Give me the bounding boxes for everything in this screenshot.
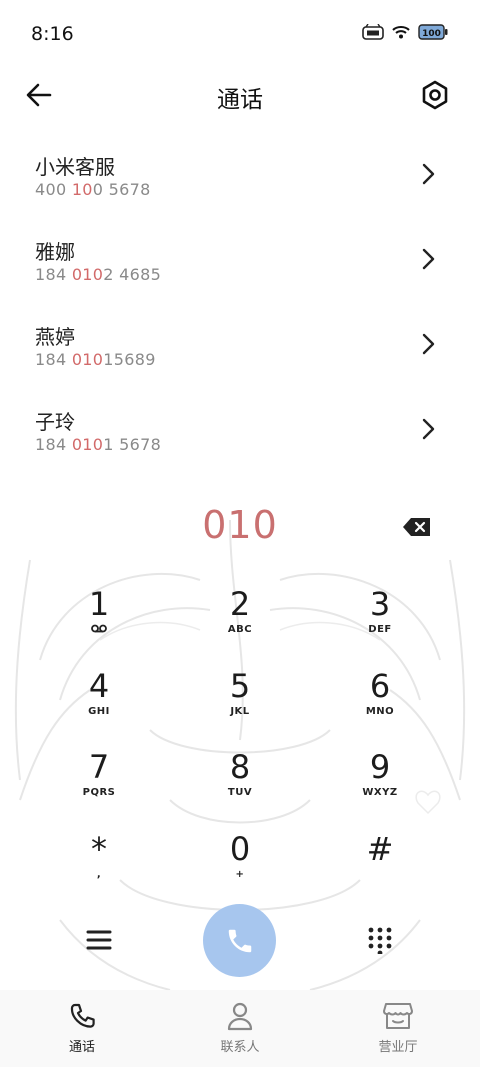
contact-name: 雅娜 [35, 240, 75, 264]
key-6[interactable]: 6 MNO [325, 667, 435, 737]
key-3[interactable]: 3 DEF [325, 585, 435, 655]
key-9[interactable]: 9 WXYZ [325, 748, 435, 818]
call-button[interactable] [203, 904, 276, 977]
contact-row[interactable]: 雅娜 184 0102 4685 [0, 225, 480, 310]
key-0[interactable]: 0 + [185, 830, 295, 900]
nav-contacts[interactable]: 联系人 [190, 1000, 290, 1055]
nav-store[interactable]: 营业厅 [348, 1000, 448, 1055]
bottom-nav: 通话 联系人 营业厅 [0, 990, 480, 1067]
phone-icon [70, 1003, 95, 1028]
hexagon-settings-icon [422, 80, 448, 110]
status-time: 8:16 [31, 23, 74, 45]
contact-list: 小米客服 400 100 5678 雅娜 184 0102 4685 燕婷 18… [0, 140, 480, 480]
backspace-icon[interactable] [402, 517, 432, 537]
key-7[interactable]: 7 PQRS [44, 748, 154, 818]
nav-calls[interactable]: 通话 [32, 1000, 132, 1055]
voicemail-icon [91, 624, 107, 633]
nav-label: 通话 [68, 1040, 95, 1055]
key-8[interactable]: 8 TUV [185, 748, 295, 818]
phone-dialer-screen: 8:16 100 通话 小米客服 400 100 5678 雅娜 184 010… [0, 0, 480, 1067]
matched-digits: 010 [71, 435, 104, 454]
phone-icon [228, 929, 251, 952]
key-4[interactable]: 4 GHI [44, 667, 154, 737]
key-5[interactable]: 5 JKL [185, 667, 295, 737]
key-2[interactable]: 2 ABC [185, 585, 295, 655]
key-star[interactable]: * , [44, 830, 154, 900]
matched-digits: 10 [71, 180, 93, 199]
store-icon [383, 1003, 413, 1029]
notification-badge-icon [362, 24, 384, 40]
contact-number: 184 01015689 [35, 350, 156, 369]
chevron-right-icon [422, 333, 435, 355]
contact-name: 燕婷 [35, 325, 75, 349]
status-bar: 8:16 100 [0, 0, 480, 64]
nav-label: 营业厅 [378, 1040, 418, 1055]
contact-number: 184 0102 4685 [35, 265, 162, 284]
settings-button[interactable] [418, 78, 452, 112]
contact-number: 400 100 5678 [35, 180, 151, 199]
contact-name: 小米客服 [35, 155, 115, 179]
matched-digits: 010 [71, 265, 104, 284]
dialpad-grid-icon[interactable] [366, 926, 394, 954]
person-icon [227, 1002, 253, 1031]
page-title: 通话 [217, 87, 263, 113]
chevron-right-icon [422, 163, 435, 185]
battery-icon: 100 [418, 24, 448, 40]
chevron-right-icon [422, 418, 435, 440]
menu-icon[interactable] [86, 928, 112, 952]
contact-row[interactable]: 燕婷 184 01015689 [0, 310, 480, 395]
nav-label: 联系人 [220, 1040, 260, 1055]
contact-name: 子玲 [35, 410, 75, 434]
contact-row[interactable]: 子玲 184 0101 5678 [0, 395, 480, 480]
status-icons: 100 [362, 24, 448, 40]
key-1[interactable]: 1 [44, 585, 154, 655]
header: 通话 [0, 64, 480, 124]
chevron-right-icon [422, 248, 435, 270]
key-hash[interactable]: # [325, 830, 435, 900]
contact-row[interactable]: 小米客服 400 100 5678 [0, 140, 480, 225]
contact-number: 184 0101 5678 [35, 435, 162, 454]
matched-digits: 010 [71, 350, 104, 369]
wifi-icon [392, 26, 410, 39]
battery-level: 100 [422, 29, 441, 39]
